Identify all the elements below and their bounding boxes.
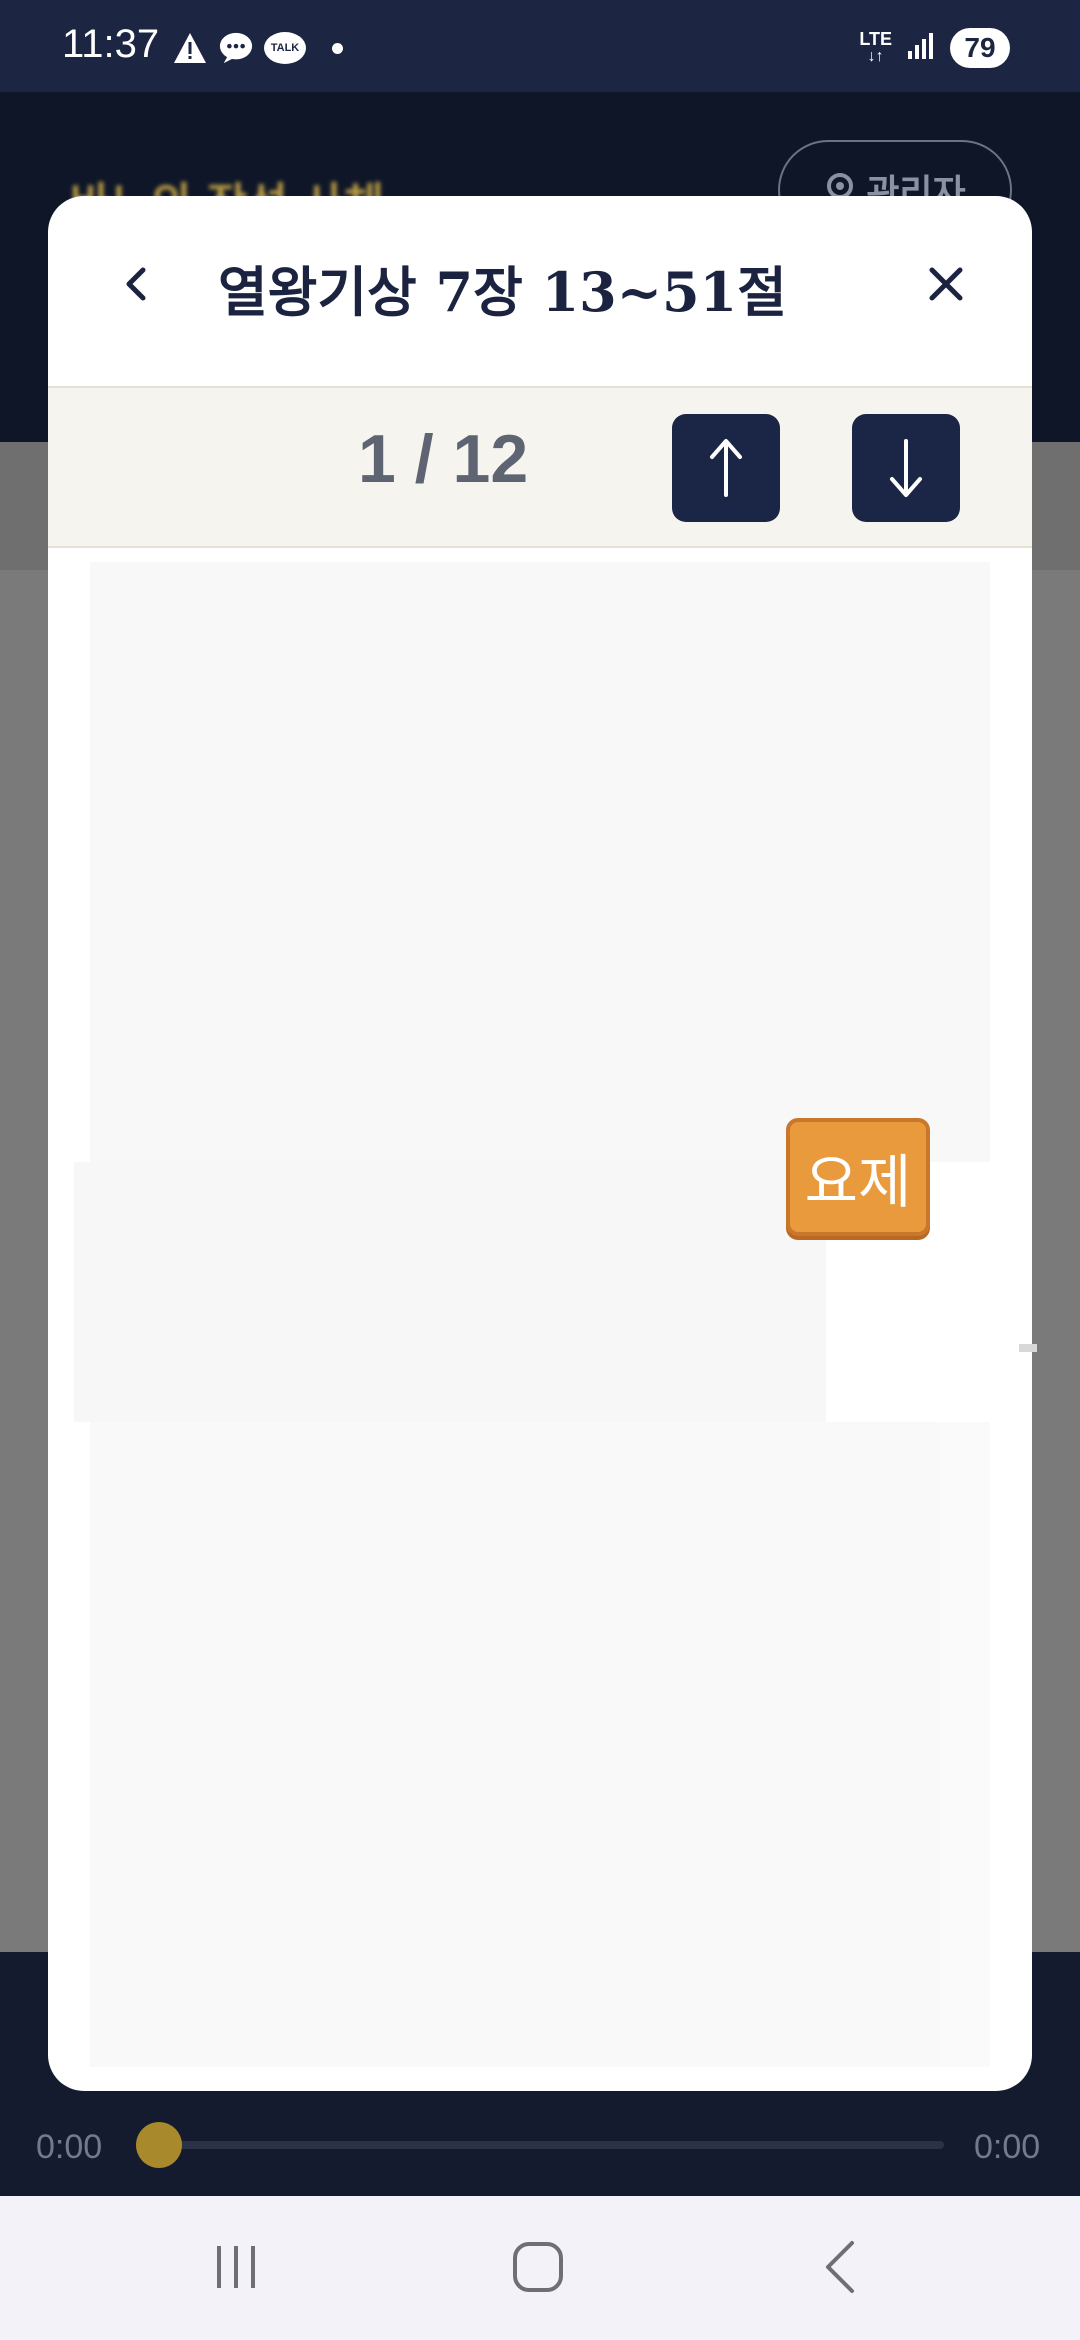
warning-icon [172, 30, 208, 66]
player-progress-track[interactable] [160, 2141, 944, 2149]
arrow-down-icon [890, 439, 922, 497]
player-total-time: 0:00 [974, 2128, 1041, 2166]
kakaotalk-icon: TALK [264, 32, 306, 64]
home-icon [513, 2242, 563, 2292]
status-time: 11:37 [62, 22, 160, 66]
signal-icon [906, 31, 936, 65]
modal-title: 열왕기상 7장 13~51절 [218, 260, 787, 324]
back-button[interactable] [108, 256, 164, 312]
battery-indicator: 79 [950, 28, 1010, 68]
recent-apps-button[interactable] [176, 2224, 296, 2310]
player-progress-thumb[interactable] [136, 2122, 182, 2168]
close-icon [929, 267, 963, 301]
player-current-time: 0:00 [36, 2128, 103, 2166]
system-navigation-bar [0, 2196, 1080, 2340]
content-block [74, 1162, 826, 1422]
content-block [90, 562, 990, 1162]
more-notifications-dot [332, 42, 343, 54]
back-nav-button[interactable] [780, 2224, 900, 2310]
arrow-up-icon [710, 439, 742, 497]
back-icon [826, 2241, 854, 2293]
page-navigator: 1 / 12 [48, 388, 1032, 548]
content-block [90, 1422, 940, 2067]
status-bar: 11:37 TALK LTE ↓↑ 79 [0, 0, 1080, 92]
system-icons: LTE ↓↑ 79 [859, 28, 1010, 68]
message-icon [218, 30, 254, 66]
modal-header: 열왕기상 7장 13~51절 [48, 196, 1032, 386]
lte-icon: LTE ↓↑ [859, 29, 892, 65]
summary-sticker[interactable]: 요제 [786, 1118, 930, 1236]
side-scroll-indicator [1019, 1344, 1037, 1352]
previous-page-button[interactable] [672, 414, 780, 522]
network-label: LTE [859, 29, 892, 49]
scripture-image-area [74, 562, 990, 2067]
notification-icons: TALK [172, 30, 343, 66]
page-counter: 1 / 12 [358, 421, 529, 497]
home-button[interactable] [478, 2224, 598, 2310]
recent-apps-icon [217, 2246, 255, 2288]
chevron-left-icon [126, 267, 146, 301]
next-page-button[interactable] [852, 414, 960, 522]
close-button[interactable] [918, 256, 974, 312]
